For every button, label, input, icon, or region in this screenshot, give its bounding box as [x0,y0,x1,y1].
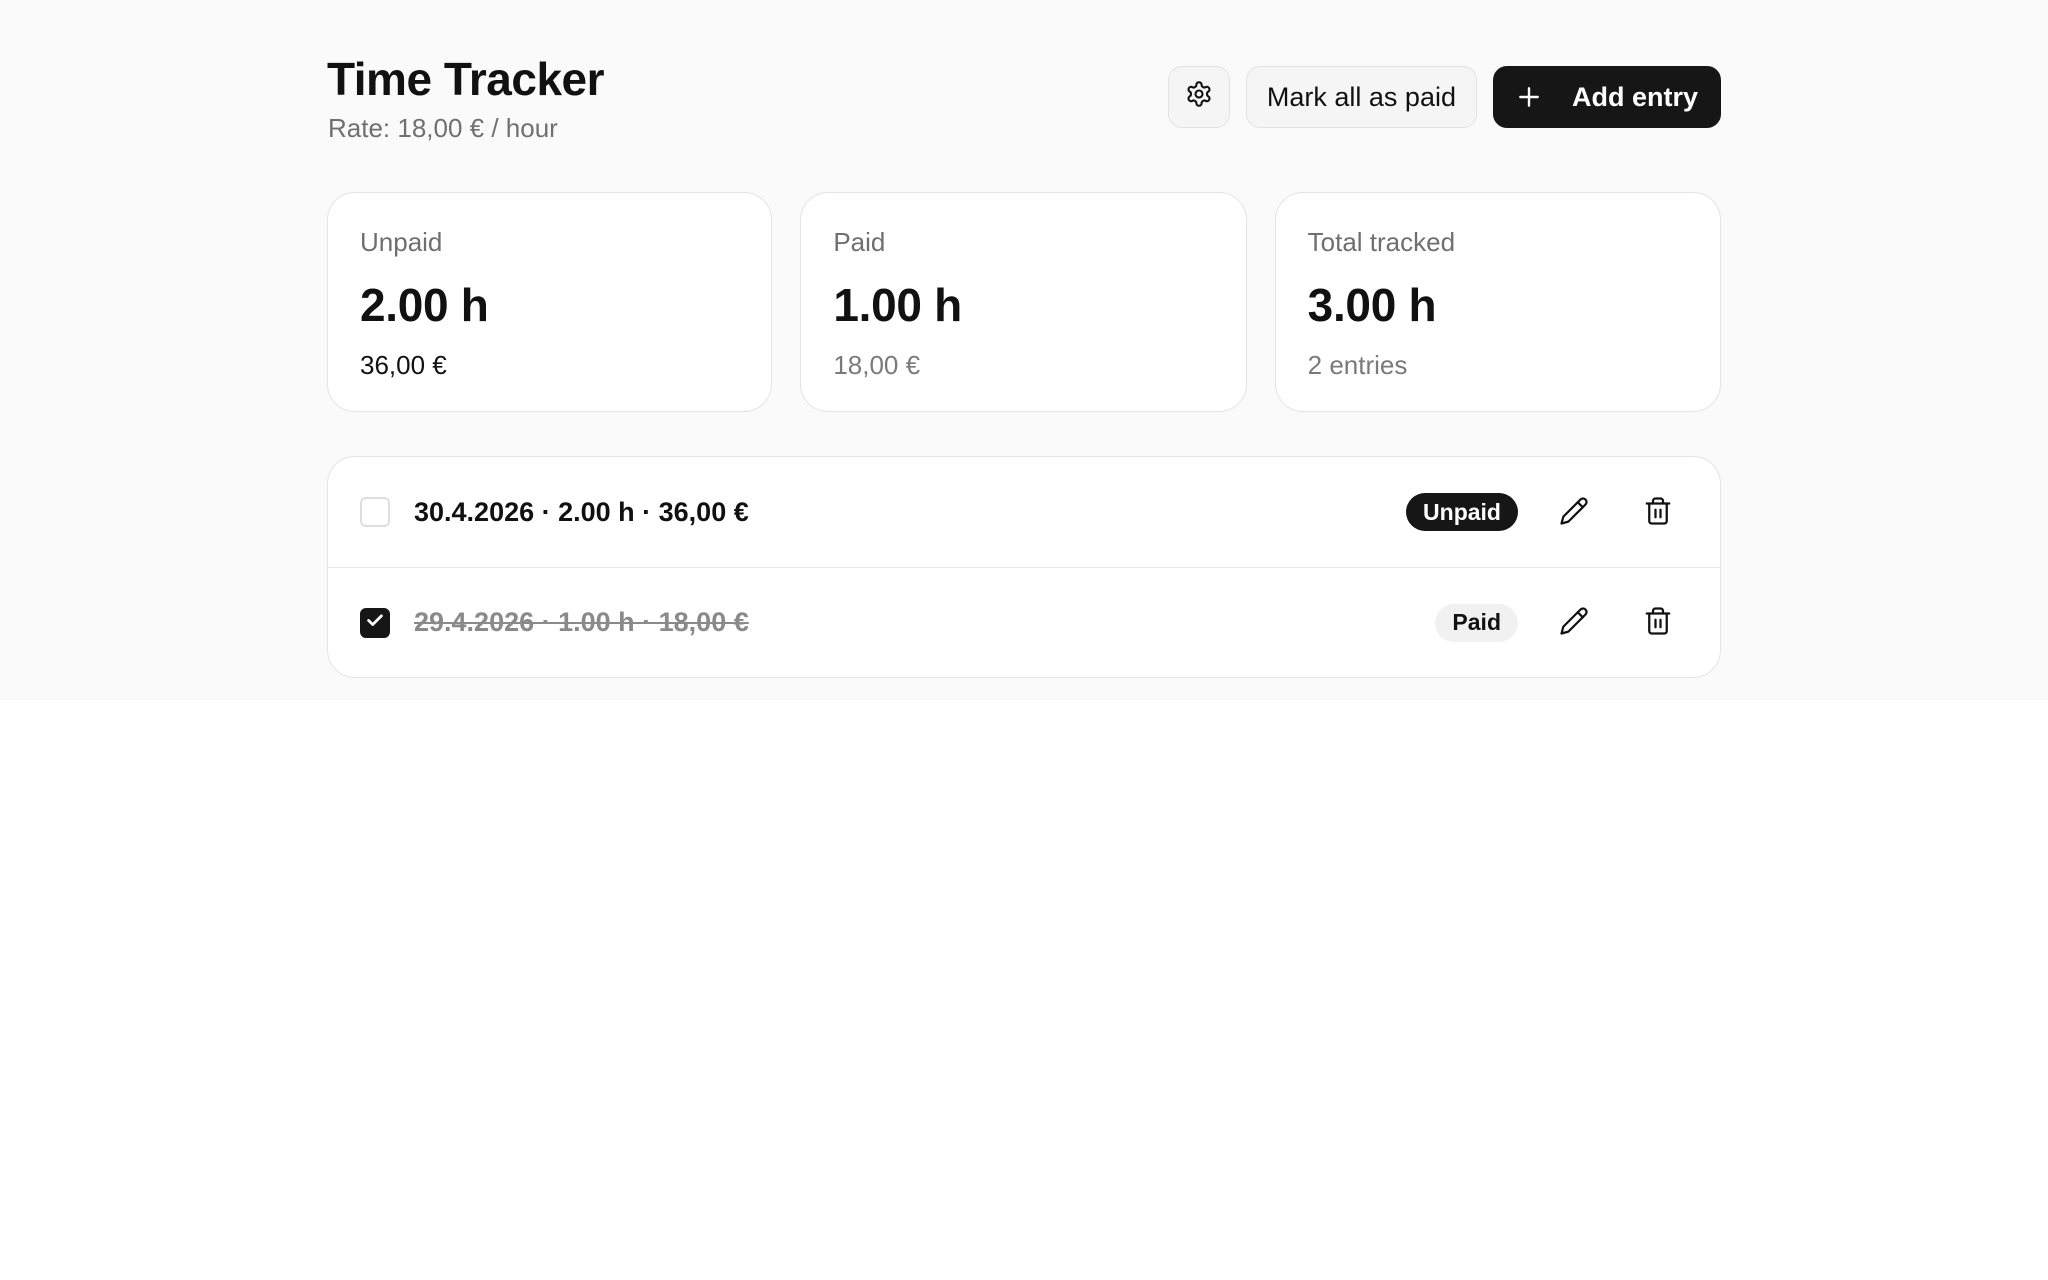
stat-card-total: Total tracked 3.00 h 2 entries [1274,192,1721,412]
header-actions: Mark all as paid Add entry [1167,66,1721,128]
page-header: Time Tracker Rate: 18,00 € / hour Mark a… [327,50,1721,150]
stats-row: Unpaid 2.00 h 36,00 € Paid 1.00 h 18,00 … [327,192,1721,412]
entry-summary: 29.4.2026 · 1.00 h · 18,00 € [414,607,749,637]
entry-paid-checkbox[interactable] [360,607,390,638]
stat-value: 2.00 h [360,279,489,331]
add-entry-button[interactable]: Add entry [1492,66,1721,128]
edit-entry-button[interactable] [1544,482,1604,542]
settings-button[interactable] [1167,66,1230,128]
stat-label: Paid [833,227,886,257]
stat-value: 3.00 h [1307,279,1437,331]
entry-summary: 30.4.2026 · 2.00 h · 36,00 € [414,496,749,527]
time-tracker-app: Time Tracker Rate: 18,00 € / hour Mark a… [327,50,1721,678]
edit-entry-button[interactable] [1544,593,1604,653]
trash-icon [1643,496,1673,529]
pencil-icon [1559,606,1589,639]
check-icon [364,609,386,636]
plus-icon [1516,84,1542,110]
pencil-icon [1559,496,1589,529]
entry-actions: Paid [1435,593,1688,653]
status-badge: Unpaid [1406,493,1518,531]
gear-icon [1185,80,1213,115]
page-title: Time Tracker [327,53,605,105]
rate-label: Rate: 18,00 € / hour [328,113,558,143]
entry-paid-checkbox[interactable] [360,497,390,527]
stat-card-unpaid: Unpaid 2.00 h 36,00 € [327,192,773,412]
delete-entry-button[interactable] [1628,482,1688,542]
stat-entry-count: 2 entries [1307,350,1408,380]
stat-amount: 18,00 € [833,350,921,380]
stat-label: Total tracked [1307,227,1456,257]
add-entry-label: Add entry [1571,81,1698,112]
entry-row: 30.4.2026 · 2.00 h · 36,00 € Unpaid [328,457,1720,567]
stat-card-paid: Paid 1.00 h 18,00 € [800,192,1247,412]
trash-icon [1643,606,1673,639]
entry-row: 29.4.2026 · 1.00 h · 18,00 € Paid [328,567,1720,677]
stat-value: 1.00 h [833,279,962,331]
entries-list: 30.4.2026 · 2.00 h · 36,00 € Unpaid 29.4… [327,456,1721,678]
stat-label: Unpaid [360,227,443,257]
stat-amount: 36,00 € [360,350,447,380]
entry-actions: Unpaid [1406,482,1688,542]
status-badge: Paid [1435,603,1518,642]
mark-all-paid-button[interactable]: Mark all as paid [1245,66,1477,128]
delete-entry-button[interactable] [1628,593,1688,653]
